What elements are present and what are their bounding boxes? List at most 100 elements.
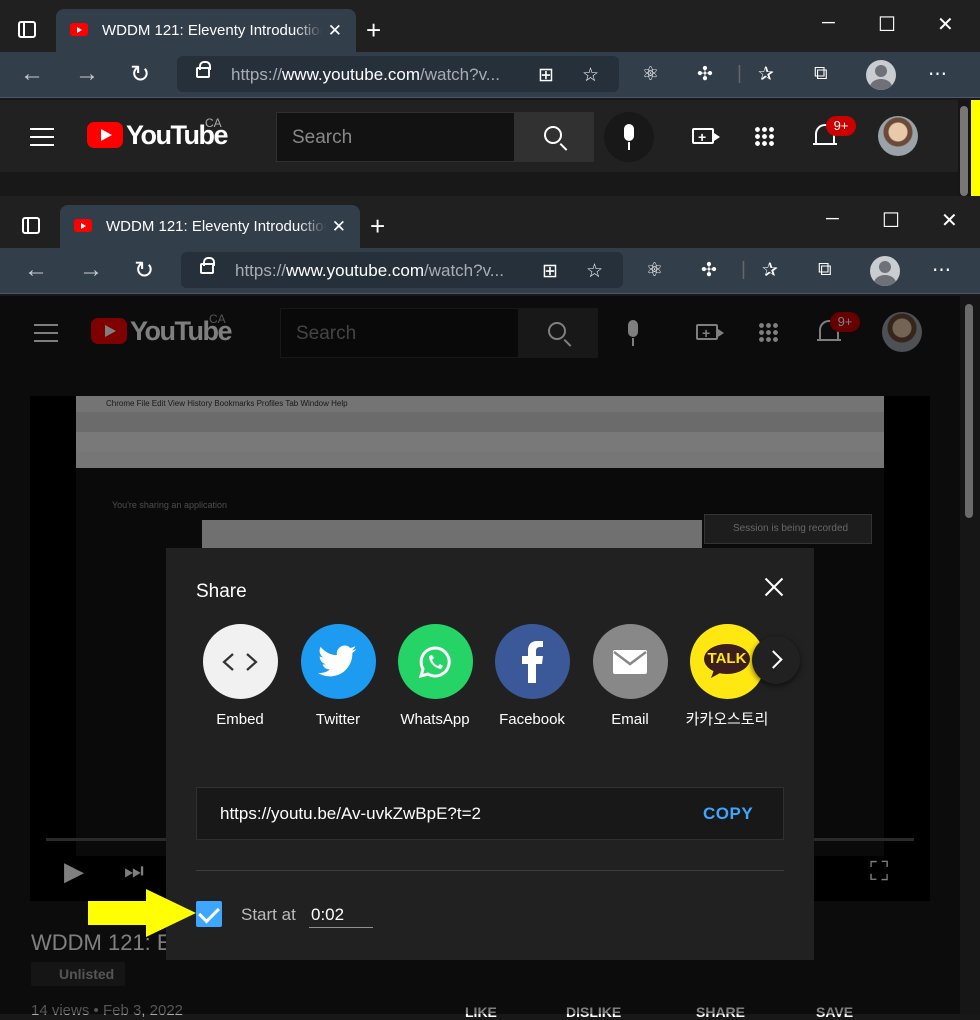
toolbar-divider: | xyxy=(741,259,746,280)
share-dialog: Share Embed Twitter WhatsApp Facebook Em… xyxy=(166,548,814,960)
voice-search-icon[interactable] xyxy=(604,112,654,162)
youtube-favicon-icon xyxy=(70,23,88,36)
add-favorite-icon[interactable]: ☆ xyxy=(586,260,603,283)
start-at-time-input[interactable]: 0:02 xyxy=(309,903,373,928)
top-scroll-thumb[interactable] xyxy=(960,106,968,196)
forward-button[interactable]: → xyxy=(79,256,103,284)
share-link-box[interactable]: https://youtu.be/Av-uvkZwBpE?t=2 COPY xyxy=(196,787,784,840)
back-button[interactable]: ← xyxy=(20,60,44,88)
lock-icon[interactable] xyxy=(196,61,211,78)
close-dialog-icon[interactable] xyxy=(762,575,786,599)
youtube-favicon-icon xyxy=(74,219,92,232)
url-text: https://www.youtube.com/watch?v... xyxy=(235,261,504,280)
address-bar[interactable]: https://www.youtube.com/watch?v... ⊞ ☆ xyxy=(181,252,623,288)
copy-button[interactable]: COPY xyxy=(703,804,753,824)
background-youtube-header: YouTube CA Search + 9+ xyxy=(0,100,960,172)
share-twitter[interactable]: Twitter xyxy=(300,624,376,731)
back-button[interactable]: ← xyxy=(24,256,48,284)
search-button[interactable] xyxy=(514,112,594,162)
tab-close-icon[interactable]: ✕ xyxy=(332,217,346,237)
extensions-icon[interactable]: ✣ xyxy=(697,63,713,86)
extension-react-icon[interactable]: ⚛ xyxy=(646,259,663,282)
toolbar-divider: | xyxy=(737,63,742,84)
yellow-arrow-annotation xyxy=(88,889,196,937)
url-text: https://www.youtube.com/watch?v... xyxy=(231,65,500,84)
favorites-icon[interactable]: ✰ xyxy=(758,63,774,86)
refresh-button[interactable]: ↻ xyxy=(134,256,154,285)
menu-icon[interactable] xyxy=(30,128,54,146)
next-services-icon[interactable] xyxy=(752,636,800,684)
dialog-divider xyxy=(196,870,784,871)
maximize-button[interactable]: ☐ xyxy=(882,208,900,233)
favorites-icon[interactable]: ✰ xyxy=(762,259,778,282)
maximize-button[interactable]: ☐ xyxy=(878,12,896,37)
whatsapp-icon xyxy=(398,624,473,699)
facebook-icon xyxy=(495,624,570,699)
active-tab[interactable]: WDDM 121: Eleventy Introduction ✕ xyxy=(60,205,360,248)
share-email-label: Email xyxy=(611,711,649,728)
browser-toolbar: ← → ↻ https://www.youtube.com/watch?v...… xyxy=(0,248,980,294)
profile-icon[interactable] xyxy=(866,60,896,90)
tab-strip: WDDM 121: Eleventy Introduction ✕ + ─ ☐ … xyxy=(0,196,980,248)
app-available-icon[interactable]: ⊞ xyxy=(542,260,558,283)
page-scrollbar[interactable] xyxy=(960,296,980,1014)
tab-title: WDDM 121: Eleventy Introduction xyxy=(106,218,326,235)
apps-grid-icon[interactable] xyxy=(754,126,775,147)
search-icon xyxy=(544,126,562,144)
close-window-button[interactable]: ✕ xyxy=(941,208,958,233)
youtube-logo-icon[interactable] xyxy=(87,122,123,148)
share-embed-label: Embed xyxy=(216,711,264,728)
email-icon xyxy=(593,624,668,699)
background-browser-window: WDDM 121: Eleventy Introduction ✕ + ─ ☐ … xyxy=(0,0,980,100)
tab-close-icon[interactable]: ✕ xyxy=(328,21,342,41)
scroll-thumb[interactable] xyxy=(965,304,973,518)
new-tab-button[interactable]: + xyxy=(366,15,381,46)
share-embed[interactable]: Embed xyxy=(202,624,278,731)
share-facebook[interactable]: Facebook xyxy=(494,624,570,731)
region-code: CA xyxy=(205,116,222,130)
more-menu-icon[interactable]: ⋯ xyxy=(932,259,951,282)
tab-strip: WDDM 121: Eleventy Introduction ✕ + ─ ☐ … xyxy=(0,0,980,52)
start-at-label: Start at xyxy=(241,905,296,924)
dialog-title: Share xyxy=(196,581,247,602)
yellow-highlight-bar xyxy=(971,100,980,196)
tab-actions-icon[interactable] xyxy=(18,21,36,38)
twitter-icon xyxy=(301,624,376,699)
foreground-browser-window: WDDM 121: Eleventy Introduction ✕ + ─ ☐ … xyxy=(0,196,980,296)
start-at-checkbox[interactable] xyxy=(196,901,222,927)
extensions-icon[interactable]: ✣ xyxy=(701,259,717,282)
top-scrollbar[interactable] xyxy=(958,100,971,196)
share-kakao[interactable]: TALK 카카오스토리 xyxy=(686,624,768,731)
refresh-button[interactable]: ↻ xyxy=(130,60,150,89)
create-video-icon[interactable]: + xyxy=(692,128,720,145)
extension-react-icon[interactable]: ⚛ xyxy=(642,63,659,86)
collections-icon[interactable]: ⧉ xyxy=(818,259,832,281)
forward-button[interactable]: → xyxy=(75,60,99,88)
profile-icon[interactable] xyxy=(870,256,900,286)
share-twitter-label: Twitter xyxy=(315,711,361,728)
lock-icon[interactable] xyxy=(200,257,215,274)
close-window-button[interactable]: ✕ xyxy=(937,12,954,37)
user-avatar[interactable] xyxy=(878,116,918,156)
tab-actions-icon[interactable] xyxy=(22,217,40,234)
address-bar[interactable]: https://www.youtube.com/watch?v... ⊞ ☆ xyxy=(177,56,619,92)
share-kakao-label: 카카오스토리 xyxy=(685,711,769,728)
active-tab[interactable]: WDDM 121: Eleventy Introduction ✕ xyxy=(56,9,356,52)
page-strip xyxy=(0,172,960,196)
collections-icon[interactable]: ⧉ xyxy=(814,63,828,85)
minimize-button[interactable]: ─ xyxy=(822,12,835,33)
add-favorite-icon[interactable]: ☆ xyxy=(582,64,599,87)
share-whatsapp-label: WhatsApp xyxy=(400,711,470,728)
minimize-button[interactable]: ─ xyxy=(826,208,839,229)
share-facebook-label: Facebook xyxy=(499,711,565,728)
share-link-text[interactable]: https://youtu.be/Av-uvkZwBpE?t=2 xyxy=(220,804,481,824)
tab-title: WDDM 121: Eleventy Introduction xyxy=(102,22,322,39)
app-available-icon[interactable]: ⊞ xyxy=(538,64,554,87)
search-input[interactable]: Search xyxy=(276,112,516,162)
browser-toolbar: ← → ↻ https://www.youtube.com/watch?v...… xyxy=(0,52,980,98)
embed-icon xyxy=(203,624,278,699)
share-whatsapp[interactable]: WhatsApp xyxy=(397,624,473,731)
share-email[interactable]: Email xyxy=(592,624,668,731)
more-menu-icon[interactable]: ⋯ xyxy=(928,63,947,86)
new-tab-button[interactable]: + xyxy=(370,211,385,242)
